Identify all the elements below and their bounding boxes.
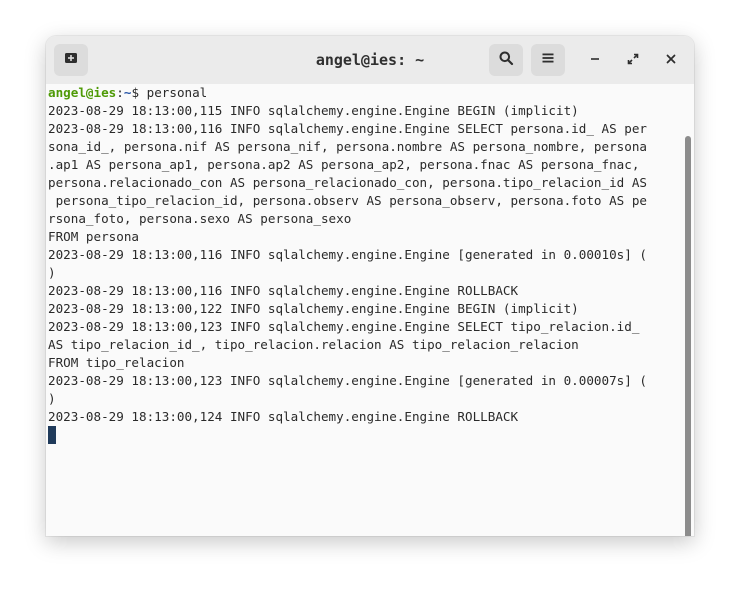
- close-button[interactable]: [656, 44, 686, 76]
- output-line: 2023-08-29 18:13:00,123 INFO sqlalchemy.…: [48, 319, 640, 334]
- cursor-line: [48, 426, 688, 444]
- hamburger-menu-icon: [540, 50, 556, 70]
- window-title: angel@ies: ~: [315, 51, 425, 69]
- minimize-button[interactable]: [580, 44, 610, 76]
- output-line: .ap1 AS persona_ap1, persona.ap2 AS pers…: [48, 157, 640, 172]
- output-line: 2023-08-29 18:13:00,116 INFO sqlalchemy.…: [48, 283, 519, 298]
- output-line: 2023-08-29 18:13:00,123 INFO sqlalchemy.…: [48, 373, 647, 388]
- terminal-area[interactable]: angel@ies:~$ personal 2023-08-29 18:13:0…: [46, 84, 694, 536]
- new-tab-icon: [63, 50, 79, 70]
- minimize-icon: [588, 51, 602, 70]
- output-line: rsona_foto, persona.sexo AS persona_sexo: [48, 211, 352, 226]
- new-tab-button[interactable]: [54, 44, 88, 76]
- prompt-symbol: $: [131, 85, 147, 100]
- maximize-button[interactable]: [618, 44, 648, 76]
- menu-button[interactable]: [531, 44, 565, 76]
- terminal-output: angel@ies:~$ personal 2023-08-29 18:13:0…: [48, 84, 688, 444]
- output-line: 2023-08-29 18:13:00,116 INFO sqlalchemy.…: [48, 247, 647, 262]
- output-line: sona_id_, persona.nif AS persona_nif, pe…: [48, 139, 647, 154]
- output-line: AS tipo_relacion_id_, tipo_relacion.rela…: [48, 337, 579, 352]
- header-bar[interactable]: angel@ies: ~: [46, 36, 694, 84]
- scrollbar[interactable]: [685, 136, 691, 536]
- prompt-line: angel@ies:~$ personal: [48, 84, 688, 102]
- text-cursor: [48, 426, 56, 444]
- output-line: ): [48, 391, 56, 406]
- output-line: FROM tipo_relacion: [48, 355, 185, 370]
- output-line: 2023-08-29 18:13:00,116 INFO sqlalchemy.…: [48, 121, 647, 136]
- prompt-separator: :: [116, 85, 124, 100]
- output-line: persona.relacionado_con AS persona_relac…: [48, 175, 647, 190]
- prompt-user-host: angel@ies: [48, 85, 117, 100]
- maximize-icon: [626, 51, 640, 70]
- output-line: 2023-08-29 18:13:00,124 INFO sqlalchemy.…: [48, 409, 519, 424]
- output-line: persona_tipo_relacion_id, persona.observ…: [48, 193, 647, 208]
- output-line: 2023-08-29 18:13:00,122 INFO sqlalchemy.…: [48, 301, 579, 316]
- close-icon: [664, 51, 678, 70]
- output-line: FROM persona: [48, 229, 139, 244]
- search-icon: [498, 50, 514, 70]
- output-line: 2023-08-29 18:13:00,115 INFO sqlalchemy.…: [48, 103, 579, 118]
- search-button[interactable]: [489, 44, 523, 76]
- terminal-window: angel@ies: ~ angel@ies:~$ personal 2023-…: [46, 36, 694, 536]
- output-line: ): [48, 265, 56, 280]
- command-text: personal: [146, 85, 208, 100]
